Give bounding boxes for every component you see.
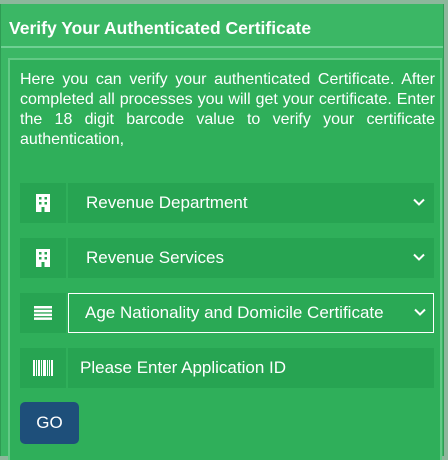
go-button[interactable]: GO: [20, 402, 79, 444]
service-select-value: Revenue Services: [86, 248, 224, 267]
department-select[interactable]: Revenue Department: [68, 183, 434, 223]
list-icon: [34, 306, 52, 320]
chevron-down-icon: [414, 308, 426, 316]
application-id-input[interactable]: [68, 348, 434, 388]
service-select[interactable]: Revenue Services: [68, 238, 434, 278]
service-icon-box: [20, 238, 66, 278]
department-row: Revenue Department: [20, 183, 434, 223]
building-icon: [36, 194, 50, 212]
title-divider: [1, 46, 443, 48]
certificate-icon-box: [20, 293, 66, 333]
certificate-select[interactable]: Age Nationality and Domicile Certificate: [68, 293, 434, 333]
intro-text: Here you can verify your authenticated C…: [20, 71, 435, 148]
certificate-select-value: Age Nationality and Domicile Certificate: [85, 302, 384, 322]
department-select-value: Revenue Department: [86, 193, 248, 212]
application-id-icon-box: [20, 348, 66, 388]
verify-certificate-panel: Verify Your Authenticated Certificate He…: [0, 4, 444, 460]
application-id-row: [20, 348, 434, 388]
barcode-icon: [33, 360, 53, 376]
department-icon-box: [20, 183, 66, 223]
verify-form-container: Here you can verify your authenticated C…: [8, 58, 442, 460]
chevron-down-icon: [413, 253, 425, 261]
panel-title: Verify Your Authenticated Certificate: [9, 18, 312, 38]
building-icon: [36, 249, 50, 267]
certificate-row: Age Nationality and Domicile Certificate: [20, 293, 434, 333]
service-row: Revenue Services: [20, 238, 434, 278]
chevron-down-icon: [413, 198, 425, 206]
